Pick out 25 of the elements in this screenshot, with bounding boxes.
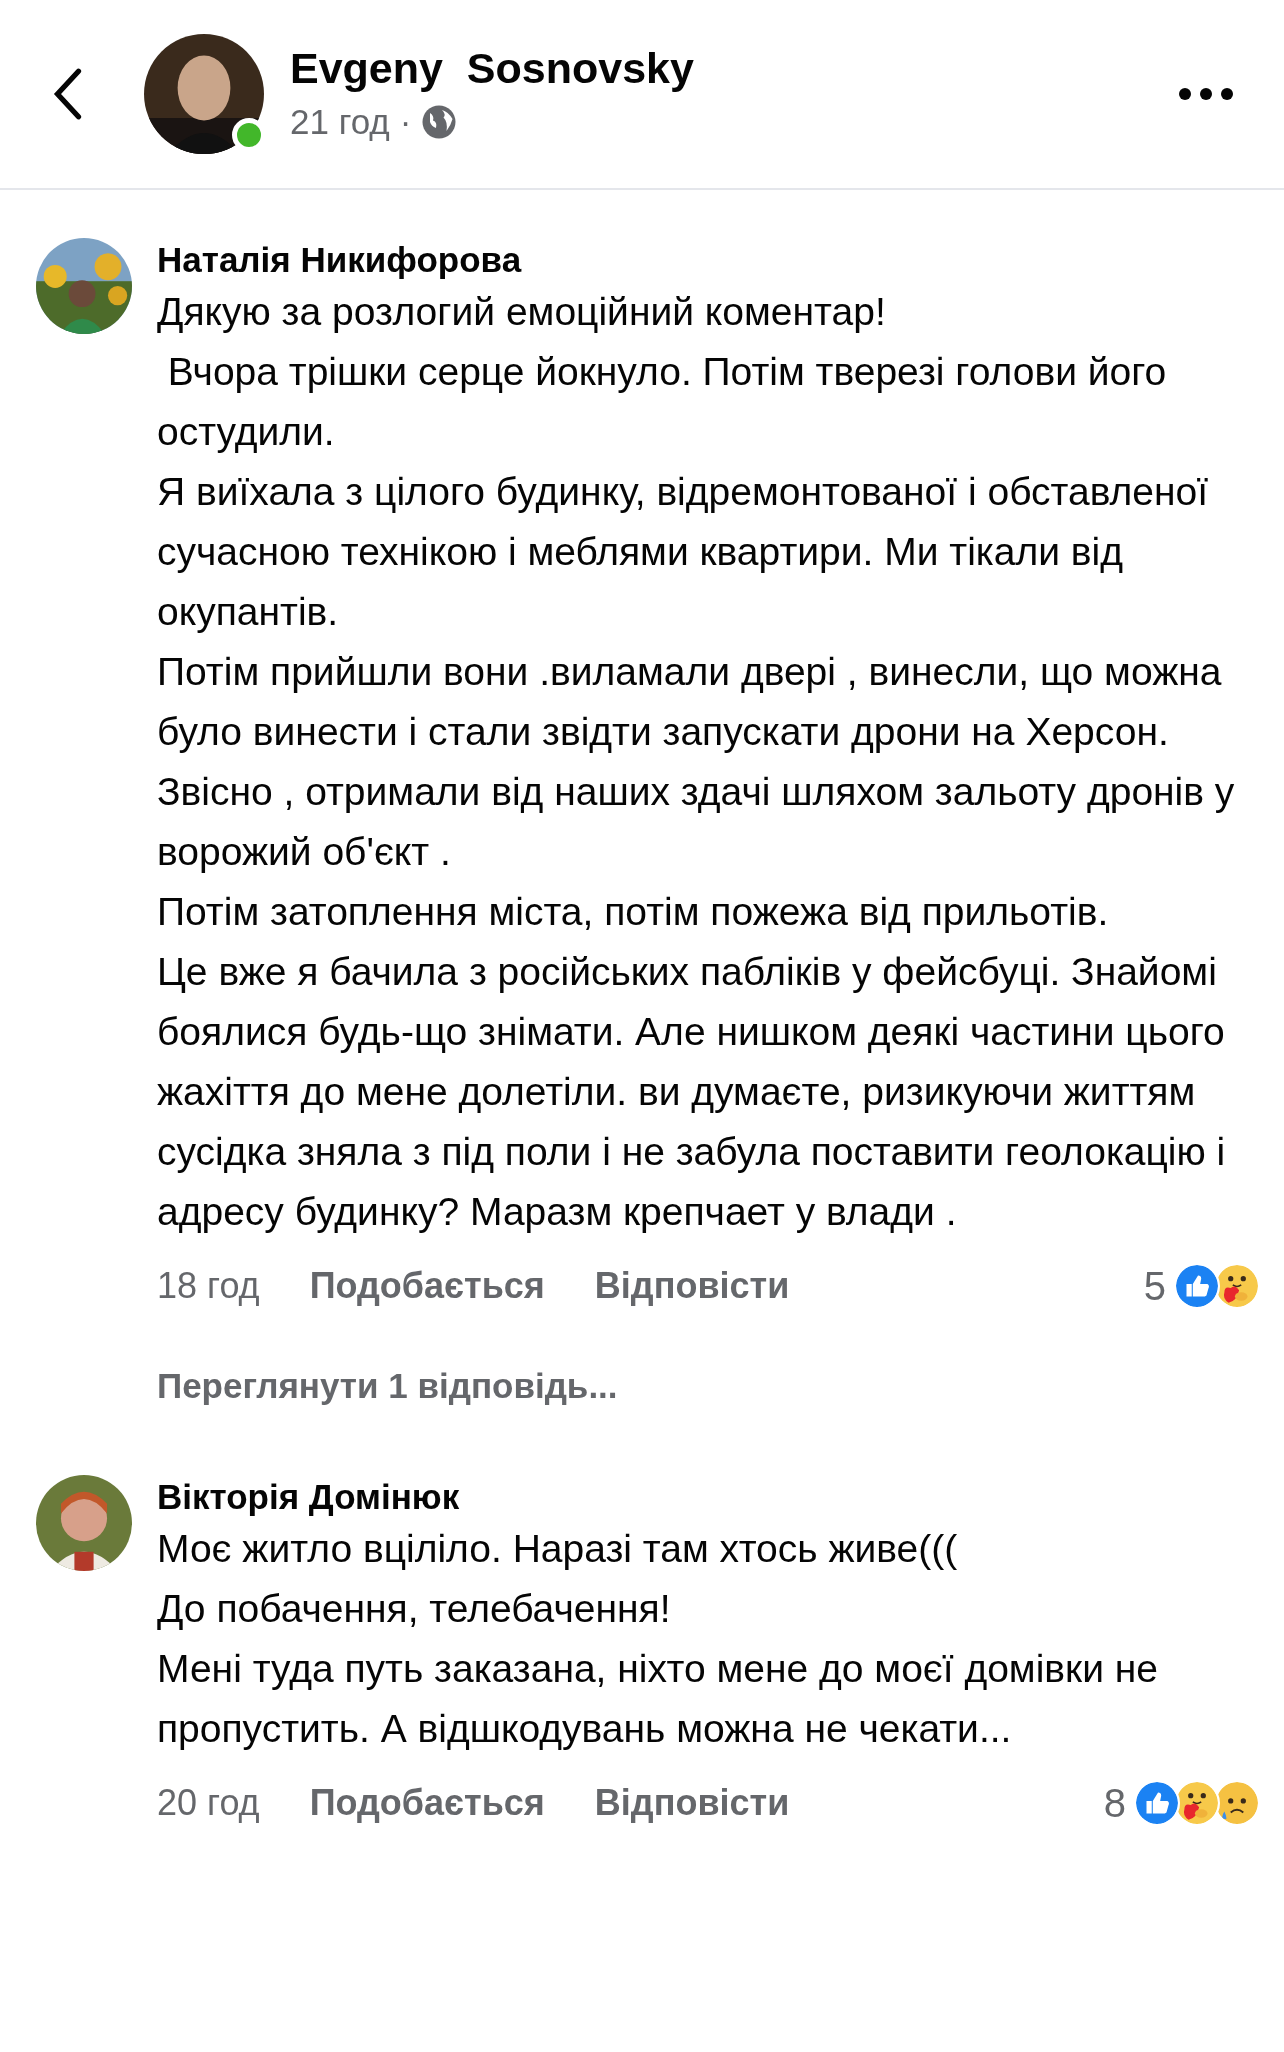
reply-link[interactable]: Відповісти — [594, 1259, 790, 1313]
comment-text: Я виїхала з цілого будинку, відремонтованої і обставленої сучасною технікою і меблями квартири. Ми тікали від окупантів. — [157, 469, 1209, 635]
separator-dot: · — [399, 100, 412, 143]
comment-text: Мені туда путь заказана, ніхто мене до моєї домівки не пропустить. А відшкодувань можна не чекати... — [157, 1645, 1159, 1752]
view-replies-link[interactable]: Переглянути 1 відповідь... — [157, 1360, 618, 1413]
globe-icon — [421, 104, 458, 140]
author-name[interactable]: Evgeny Sosnovsky — [290, 39, 694, 96]
commenter-name[interactable]: Вікторія Домінюк — [157, 1474, 1260, 1519]
comment-text: Вчора трішки серце йокнуло. Потім тверезі голови його остудили. — [157, 349, 1168, 455]
reply-link[interactable]: Відповісти — [594, 1775, 790, 1830]
comment-text: Потім затоплення міста, потім пожежа від прильотів. — [157, 889, 1110, 935]
comment-time: 20 год — [157, 1780, 260, 1825]
reaction-count: 5 — [1143, 1263, 1166, 1310]
reaction-count: 8 — [1103, 1779, 1126, 1827]
comment-text: Це вже я бачила з російських пабліків у фейсбуці. Знайомі боялися будь-що знімати. Але нишком деякі частини цього жахіття до мене долетіли. ви думаєте, ризикуючи життям сусідка зняла з під поли і не забула поставити геолокацію і адресу будинку? Маразм крепчает у влади . — [157, 949, 1227, 1235]
comment-text: Дякую за розлогий емоційний коментар! — [157, 289, 887, 335]
comment-text: До побачення, телебачення! — [157, 1585, 672, 1632]
like-link[interactable]: Подобається — [309, 1775, 545, 1830]
comment-text: Моє житло вціліло. Наразі там хтось живе((( — [157, 1525, 959, 1572]
like-link[interactable]: Подобається — [309, 1259, 545, 1313]
comment-text: Потім прийшли вони .виламали двері , винесли, що можна було винести і стали звідти запускати дрони на Херсон. Звісно , отримали від наших здачі шляхом зальоту дронів у ворожий об'єкт . — [157, 649, 1236, 875]
more-icon — [1178, 87, 1234, 101]
comment-time: 18 год — [157, 1264, 260, 1308]
post-time: 21 год — [290, 100, 390, 143]
commenter-name[interactable]: Наталія Никифорова — [157, 238, 1260, 282]
